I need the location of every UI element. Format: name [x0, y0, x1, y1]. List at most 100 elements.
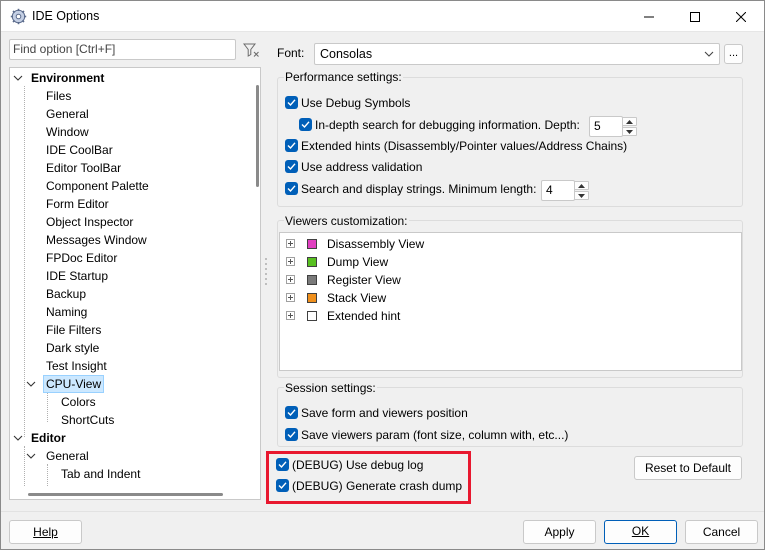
- viewers-title: Viewers customization:: [284, 214, 409, 228]
- tree-label: Form Editor: [46, 197, 109, 211]
- reset-to-default-button[interactable]: Reset to Default: [634, 456, 742, 480]
- tree-label: IDE Startup: [46, 269, 109, 283]
- tree-label: Editor: [31, 431, 66, 445]
- help-button[interactable]: Help: [9, 520, 82, 544]
- arrow-up-icon: [578, 183, 585, 188]
- font-value: Consolas: [320, 47, 373, 61]
- tree-label: Editor ToolBar: [46, 161, 122, 175]
- tree-guide-line: [47, 392, 48, 422]
- tree-item[interactable]: Test Insight: [46, 357, 107, 375]
- filter-clear-icon[interactable]: [242, 41, 260, 59]
- minimize-button[interactable]: [626, 1, 672, 32]
- maximize-button[interactable]: [672, 1, 718, 32]
- splitter-handle[interactable]: [264, 256, 268, 286]
- expand-plus-icon[interactable]: [286, 275, 295, 284]
- tree-item[interactable]: Dark style: [46, 339, 99, 357]
- scrollbar-thumb[interactable]: [256, 85, 259, 187]
- viewers-list[interactable]: Disassembly View Dump View Register View…: [279, 232, 742, 371]
- expand-plus-icon[interactable]: [286, 311, 295, 320]
- viewer-label: Register View: [327, 273, 401, 287]
- spin-down-button[interactable]: [574, 191, 589, 200]
- gear-icon: [10, 8, 27, 25]
- tree-label: Naming: [46, 305, 88, 319]
- tree-label: Files: [46, 89, 72, 103]
- tree-guide-line: [24, 86, 25, 437]
- tree-item[interactable]: Colors: [61, 393, 96, 411]
- depth-input[interactable]: 5: [589, 116, 623, 137]
- ok-label: OK: [631, 524, 650, 538]
- title-bar: IDE Options: [1, 1, 764, 32]
- highlight-annotation: [266, 451, 471, 504]
- tree-item[interactable]: ShortCuts: [61, 411, 114, 429]
- tree-item[interactable]: Backup: [46, 285, 86, 303]
- close-button[interactable]: [718, 1, 764, 32]
- min-length-input[interactable]: 4: [541, 180, 575, 201]
- arrow-down-icon: [578, 193, 585, 198]
- tree-item[interactable]: General: [46, 105, 89, 123]
- depth-spinner[interactable]: [622, 117, 637, 136]
- tree-item[interactable]: IDE Startup: [46, 267, 108, 285]
- scrollbar-thumb[interactable]: [28, 493, 223, 496]
- tree-label: General: [46, 107, 89, 121]
- spin-down-button[interactable]: [622, 127, 637, 136]
- color-swatch: [307, 239, 317, 249]
- checkbox-label: Search and display strings. Minimum leng…: [301, 182, 537, 196]
- expand-plus-icon[interactable]: [286, 293, 295, 302]
- tree-item[interactable]: FPDoc Editor: [46, 249, 117, 267]
- tree-item[interactable]: IDE CoolBar: [46, 141, 113, 159]
- tree-label: Tab and Indent: [61, 467, 141, 481]
- tree-item[interactable]: Naming: [46, 303, 87, 321]
- tree-item[interactable]: Object Inspector: [46, 213, 133, 231]
- apply-button[interactable]: Apply: [523, 520, 596, 544]
- tree-item[interactable]: Files: [46, 87, 71, 105]
- performance-title: Performance settings:: [284, 70, 403, 84]
- expand-plus-icon[interactable]: [286, 239, 295, 248]
- expand-plus-icon[interactable]: [286, 257, 295, 266]
- tree-item[interactable]: Tab and Indent: [61, 465, 140, 483]
- cancel-button[interactable]: Cancel: [685, 520, 758, 544]
- tree-item[interactable]: Window: [46, 123, 89, 141]
- tree-label: Backup: [46, 287, 87, 301]
- checkbox-checked[interactable]: [285, 96, 298, 109]
- checkbox-label: Use address validation: [301, 160, 423, 174]
- checkbox-label: Save viewers param (font size, column wi…: [301, 428, 569, 442]
- color-swatch: [307, 257, 317, 267]
- font-label: Font:: [277, 46, 305, 60]
- tree-label: Test Insight: [46, 359, 107, 373]
- font-select[interactable]: Consolas: [314, 43, 720, 65]
- search-input[interactable]: Find option [Ctrl+F]: [9, 39, 236, 60]
- window-title: IDE Options: [32, 9, 100, 23]
- tree-item[interactable]: Component Palette: [46, 177, 149, 195]
- tree-item[interactable]: Messages Window: [46, 231, 147, 249]
- tree-item[interactable]: File Filters: [46, 321, 101, 339]
- spin-up-button[interactable]: [574, 181, 589, 190]
- chevron-down-icon: [26, 453, 36, 459]
- close-icon: [736, 11, 746, 22]
- checkbox-checked[interactable]: [285, 406, 298, 419]
- ok-button[interactable]: OK: [604, 520, 677, 544]
- tree-item[interactable]: Form Editor: [46, 195, 109, 213]
- font-browse-button[interactable]: ...: [724, 44, 743, 64]
- checkbox-checked[interactable]: [285, 182, 298, 195]
- tree-item[interactable]: Editor ToolBar: [46, 159, 121, 177]
- min-length-spinner[interactable]: [574, 181, 589, 200]
- chevron-down-icon: [13, 435, 23, 441]
- tree-label: IDE CoolBar: [46, 143, 113, 157]
- checkbox-checked[interactable]: [285, 428, 298, 441]
- session-title: Session settings:: [284, 381, 377, 395]
- tree-label: File Filters: [46, 323, 102, 337]
- tree-label: ShortCuts: [61, 413, 115, 427]
- tree-vertical-scrollbar[interactable]: [253, 68, 260, 486]
- options-tree[interactable]: Environment Files General Window IDE Coo…: [9, 67, 261, 500]
- spin-up-button[interactable]: [622, 117, 637, 126]
- checkbox-checked[interactable]: [285, 160, 298, 173]
- tree-label: Dark style: [46, 341, 100, 355]
- chevron-down-icon: [26, 381, 36, 387]
- maximize-icon: [690, 11, 700, 22]
- checkbox-checked[interactable]: [285, 139, 298, 152]
- checkbox-label: Use Debug Symbols: [301, 96, 411, 110]
- bottom-divider: [1, 511, 764, 512]
- tree-horizontal-scrollbar[interactable]: [10, 486, 253, 499]
- checkbox-label: Extended hints (Disassembly/Pointer valu…: [301, 139, 628, 153]
- checkbox-checked[interactable]: [299, 118, 312, 131]
